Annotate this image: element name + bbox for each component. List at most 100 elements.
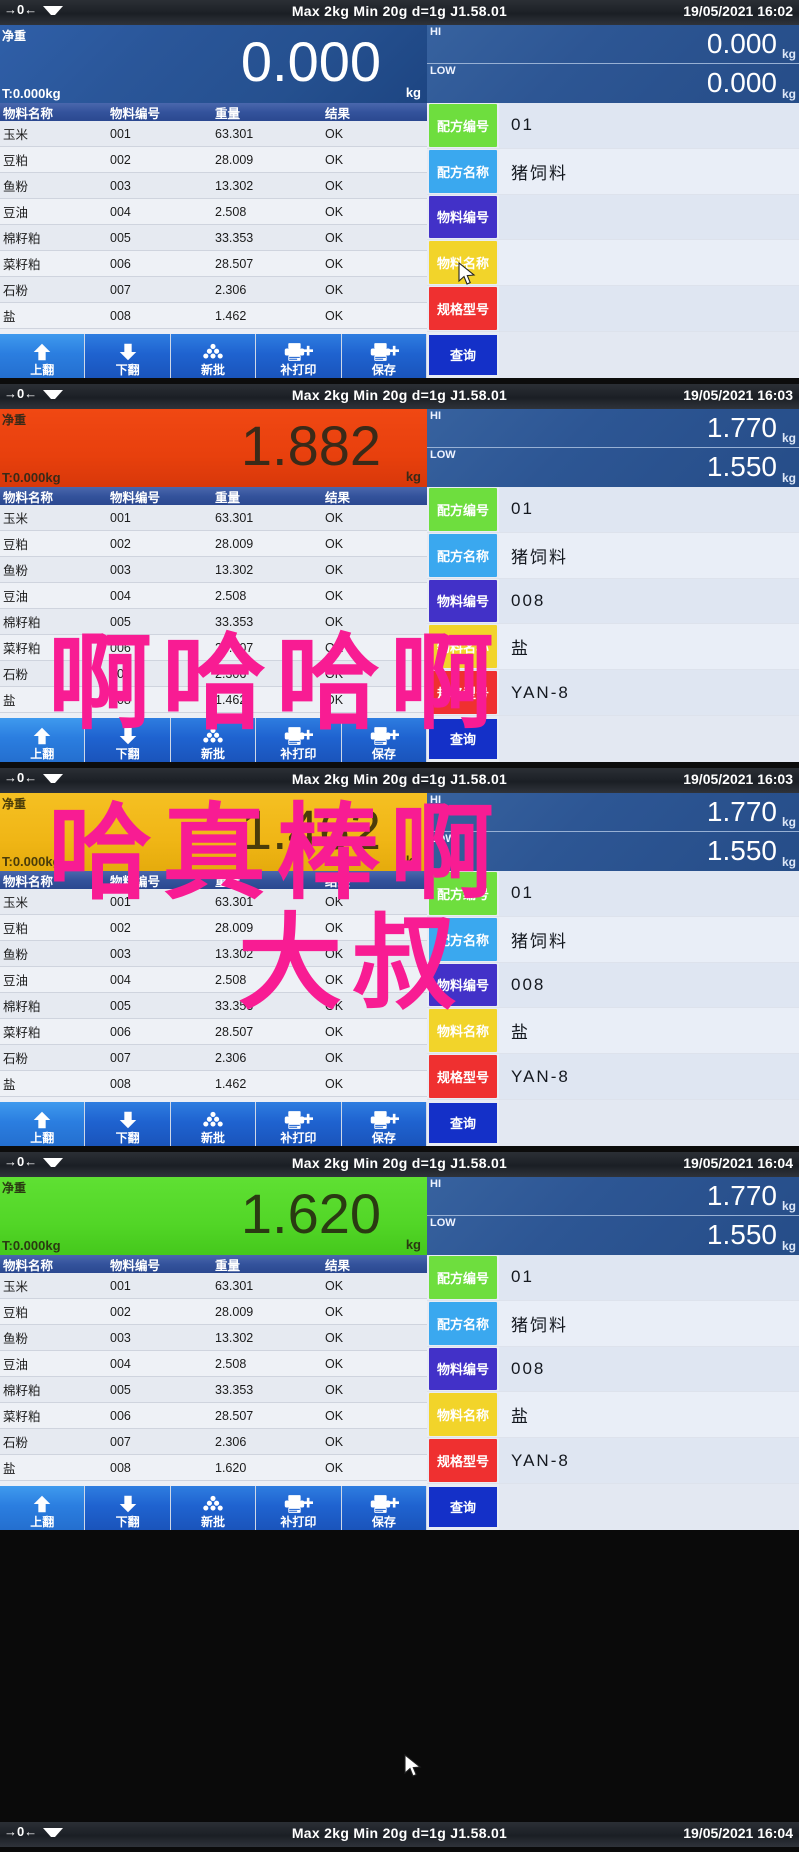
new-batch-button[interactable]: 新批 (170, 1102, 257, 1146)
field-key-1[interactable]: 配方编号 (429, 1256, 497, 1299)
table-row[interactable]: 棉籽粕 005 33.353 OK (0, 1377, 427, 1403)
field-value-3[interactable] (499, 194, 799, 240)
table-row[interactable]: 玉米 001 63.301 OK (0, 889, 427, 915)
table-row[interactable]: 石粉 007 2.306 OK (0, 661, 427, 687)
field-value-5[interactable]: YAN-8 (499, 670, 799, 715)
table-header-row: 物料名称 物料编号 重量 结果 (0, 487, 427, 505)
field-key-4[interactable]: 物料名称 (429, 1393, 497, 1437)
field-value-1[interactable]: 01 (499, 103, 799, 148)
field-value-4[interactable]: 盐 (499, 1392, 799, 1438)
field-value-2[interactable]: 猪饲料 (499, 916, 799, 962)
field-value-1[interactable]: 01 (499, 871, 799, 916)
query-button[interactable]: 查询 (429, 718, 497, 759)
table-row[interactable]: 石粉 007 2.306 OK (0, 1429, 427, 1455)
field-key-1[interactable]: 配方编号 (429, 872, 497, 915)
field-key-2[interactable]: 配方名称 (429, 149, 497, 193)
page-down-button[interactable]: 下翻 (85, 718, 171, 762)
field-key-5[interactable]: 规格型号 (429, 287, 497, 330)
material-weight: 63.301 (215, 1278, 254, 1293)
page-down-button[interactable]: 下翻 (85, 1486, 171, 1530)
table-row[interactable]: 盐 008 1.462 OK (0, 687, 427, 713)
reprint-button[interactable]: 补打印 (256, 1102, 342, 1146)
field-value-2[interactable]: 猪饲料 (499, 148, 799, 194)
field-key-4[interactable]: 物料名称 (429, 1009, 497, 1053)
table-row[interactable]: 玉米 001 63.301 OK (0, 1273, 427, 1299)
save-button[interactable]: 保存 (341, 1102, 428, 1146)
table-row[interactable]: 棉籽粕 005 33.353 OK (0, 225, 427, 251)
field-value-2[interactable]: 猪饲料 (499, 1300, 799, 1346)
field-value-4[interactable]: 盐 (499, 624, 799, 670)
tare-weight-value: T:0.000kg (2, 470, 61, 485)
field-value-4[interactable] (499, 240, 799, 286)
table-row[interactable]: 鱼粉 003 13.302 OK (0, 1325, 427, 1351)
page-up-button[interactable]: 上翻 (0, 334, 86, 378)
table-header-4: 结果 (325, 106, 351, 121)
field-key-1[interactable]: 配方编号 (429, 104, 497, 147)
query-button[interactable]: 查询 (429, 1102, 497, 1143)
field-value-1[interactable]: 01 (499, 1255, 799, 1300)
field-value-3[interactable]: 008 (499, 962, 799, 1008)
field-key-5[interactable]: 规格型号 (429, 671, 497, 714)
table-row[interactable]: 豆粕 002 28.009 OK (0, 531, 427, 557)
field-key-5[interactable]: 规格型号 (429, 1055, 497, 1098)
field-value-2[interactable]: 猪饲料 (499, 532, 799, 578)
material-name: 豆油 (3, 590, 29, 604)
table-row[interactable]: 石粉 007 2.306 OK (0, 1045, 427, 1071)
table-row[interactable]: 豆粕 002 28.009 OK (0, 147, 427, 173)
page-down-button[interactable]: 下翻 (85, 334, 171, 378)
table-row[interactable]: 鱼粉 003 13.302 OK (0, 557, 427, 583)
save-button[interactable]: 保存 (341, 1486, 428, 1530)
table-row[interactable]: 鱼粉 003 13.302 OK (0, 173, 427, 199)
table-row[interactable]: 盐 008 1.462 OK (0, 1071, 427, 1097)
field-value-5[interactable]: YAN-8 (499, 1054, 799, 1099)
table-row[interactable]: 盐 008 1.462 OK (0, 303, 427, 329)
field-key-1[interactable]: 配方编号 (429, 488, 497, 531)
table-row[interactable]: 菜籽粕 006 28.507 OK (0, 251, 427, 277)
field-value-3[interactable]: 008 (499, 578, 799, 624)
field-key-2[interactable]: 配方名称 (429, 533, 497, 577)
table-row[interactable]: 豆油 004 2.508 OK (0, 967, 427, 993)
table-row[interactable]: 菜籽粕 006 28.507 OK (0, 1403, 427, 1429)
reprint-button[interactable]: 补打印 (256, 334, 342, 378)
page-up-button[interactable]: 上翻 (0, 1486, 86, 1530)
new-batch-button[interactable]: 新批 (170, 718, 257, 762)
field-key-2[interactable]: 配方名称 (429, 917, 497, 961)
field-key-3[interactable]: 物料编号 (429, 963, 497, 1007)
save-button[interactable]: 保存 (341, 334, 428, 378)
page-up-button[interactable]: 上翻 (0, 1102, 86, 1146)
table-row[interactable]: 石粉 007 2.306 OK (0, 277, 427, 303)
query-button[interactable]: 查询 (429, 334, 497, 375)
reprint-button[interactable]: 补打印 (256, 718, 342, 762)
table-row[interactable]: 玉米 001 63.301 OK (0, 121, 427, 147)
table-row[interactable]: 豆粕 002 28.009 OK (0, 1299, 427, 1325)
table-row[interactable]: 豆油 004 2.508 OK (0, 1351, 427, 1377)
field-key-3[interactable]: 物料编号 (429, 1347, 497, 1391)
new-batch-button[interactable]: 新批 (170, 334, 257, 378)
save-button[interactable]: 保存 (341, 718, 428, 762)
field-value-1[interactable]: 01 (499, 487, 799, 532)
field-value-5[interactable]: YAN-8 (499, 1438, 799, 1483)
table-row[interactable]: 豆粕 002 28.009 OK (0, 915, 427, 941)
field-value-5[interactable] (499, 286, 799, 331)
table-row[interactable]: 豆油 004 2.508 OK (0, 583, 427, 609)
page-up-button[interactable]: 上翻 (0, 718, 86, 762)
table-row[interactable]: 菜籽粕 006 28.507 OK (0, 635, 427, 661)
field-key-4[interactable]: 物料名称 (429, 625, 497, 669)
field-key-5[interactable]: 规格型号 (429, 1439, 497, 1482)
field-key-3[interactable]: 物料编号 (429, 579, 497, 623)
table-row[interactable]: 玉米 001 63.301 OK (0, 505, 427, 531)
table-row[interactable]: 棉籽粕 005 33.353 OK (0, 609, 427, 635)
field-value-3[interactable]: 008 (499, 1346, 799, 1392)
table-row[interactable]: 棉籽粕 005 33.353 OK (0, 993, 427, 1019)
new-batch-button[interactable]: 新批 (170, 1486, 257, 1530)
page-down-button[interactable]: 下翻 (85, 1102, 171, 1146)
field-key-2[interactable]: 配方名称 (429, 1301, 497, 1345)
table-row[interactable]: 鱼粉 003 13.302 OK (0, 941, 427, 967)
table-row[interactable]: 豆油 004 2.508 OK (0, 199, 427, 225)
table-row[interactable]: 菜籽粕 006 28.507 OK (0, 1019, 427, 1045)
table-row[interactable]: 盐 008 1.620 OK (0, 1455, 427, 1481)
reprint-button[interactable]: 补打印 (256, 1486, 342, 1530)
field-key-3[interactable]: 物料编号 (429, 195, 497, 239)
field-value-4[interactable]: 盐 (499, 1008, 799, 1054)
query-button[interactable]: 查询 (429, 1486, 497, 1527)
